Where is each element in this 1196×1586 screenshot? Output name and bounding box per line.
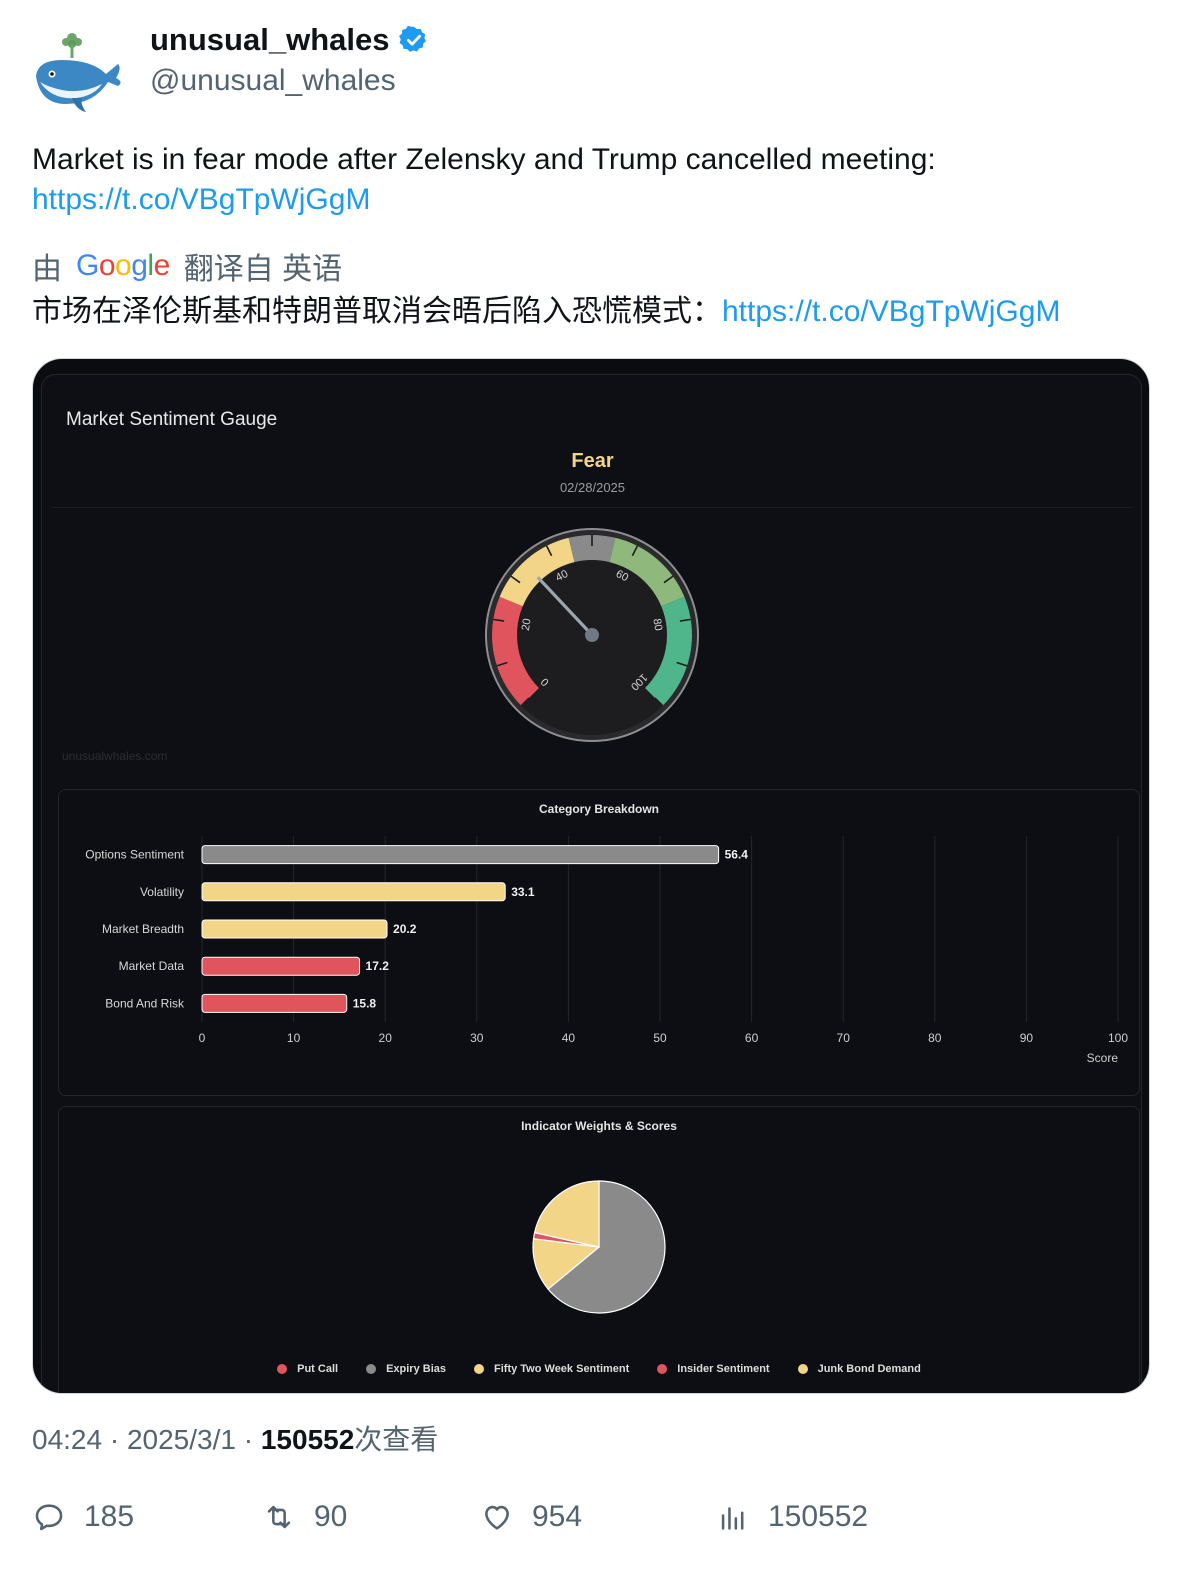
legend-swatch: [797, 1364, 808, 1374]
panel-title: Market Sentiment Gauge: [66, 409, 278, 430]
legend-item: Insider Sentiment: [657, 1363, 770, 1375]
tweet-text: Market is in fear mode after Zelensky an…: [32, 140, 1162, 220]
legend-label: Fifty Two Week Sentiment: [494, 1363, 630, 1375]
reply-count: 185: [84, 1500, 135, 1533]
legend-item: Fifty Two Week Sentiment: [474, 1363, 629, 1375]
x-tick-label: 100: [1108, 1031, 1128, 1045]
pie-legend: Put Call Expiry Bias Fifty Two Week Sentim…: [59, 1363, 1139, 1375]
x-tick-label: 10: [287, 1031, 301, 1045]
legend-label: Insider Sentiment: [677, 1363, 770, 1375]
x-tick-label: 30: [470, 1031, 484, 1045]
tweet-link[interactable]: https://t.co/VBgTpWjGgM: [32, 183, 370, 216]
heart-icon: [485, 1505, 509, 1530]
whale-logo-icon: [36, 33, 121, 112]
bar: [201, 845, 720, 865]
views-button[interactable]: 150552: [716, 1500, 868, 1534]
legend-label: Expiry Bias: [386, 1363, 446, 1375]
legend-swatch: [277, 1364, 288, 1374]
sentiment-label: Fear: [571, 450, 614, 472]
translated-text: 市场在泽伦斯基和特朗普取消会晤后陷入恐慌模式：https://t.co/VBgT…: [32, 292, 1060, 332]
y-category-label: Market Breadth: [102, 922, 184, 936]
legend-swatch: [474, 1364, 484, 1374]
legend-item: Expiry Bias: [366, 1363, 446, 1375]
bar: [201, 882, 506, 902]
y-category-label: Bond And Risk: [105, 996, 185, 1010]
bar-value-label: 20.2: [393, 922, 417, 936]
legend-item: Junk Bond Demand: [797, 1363, 921, 1375]
x-tick-label: 90: [1020, 1031, 1034, 1045]
gauge-tick-label: 80: [650, 618, 664, 632]
indicator-pie-chart: [532, 1180, 666, 1314]
retweet-icon: [267, 1505, 291, 1529]
translation-suffix[interactable]: 翻译自 英语: [184, 244, 342, 288]
action-bar: 185 90 954 150552: [32, 1500, 1162, 1544]
bar-value-label: 33.1: [511, 885, 535, 899]
translated-body: 市场在泽伦斯基和特朗普取消会晤后陷入恐慌模式：: [32, 295, 722, 328]
legend-swatch: [657, 1364, 668, 1374]
reply-icon: [35, 1504, 63, 1531]
y-category-label: Market Data: [119, 959, 185, 973]
avatar[interactable]: [32, 24, 126, 118]
category-breakdown-panel: Category Breakdown 0 10 20 30 40 50 60 70 80 90 10…: [58, 789, 1140, 1096]
tweet-meta: 04:24 · 2025/3/1 · 150552次查看: [32, 1424, 439, 1455]
display-name[interactable]: unusual_whales: [150, 22, 429, 58]
retweet-button[interactable]: 90: [262, 1500, 347, 1534]
gauge-hub: [585, 628, 599, 642]
reply-button[interactable]: 185: [32, 1500, 134, 1534]
sentiment-date: 02/28/2025: [559, 480, 626, 495]
bar-value-label: 15.8: [353, 996, 377, 1010]
display-name-text: unusual_whales: [150, 22, 390, 57]
sentiment-panel: Market Sentiment Gauge Fear 02/28/2025 0…: [41, 374, 1142, 1393]
like-button[interactable]: 954: [480, 1500, 582, 1534]
views-count: 150552: [768, 1500, 869, 1533]
legend-label: Put Call: [297, 1363, 339, 1375]
views-suffix: 次查看: [354, 1424, 439, 1455]
bar: [201, 919, 388, 939]
divider: [52, 507, 1133, 508]
x-tick-label: 40: [562, 1031, 576, 1045]
legend-item: Put Call: [277, 1363, 338, 1375]
views-bar-icon: [721, 1507, 744, 1530]
watermark: unusualwhales.com: [62, 749, 168, 763]
translation-prefix: 由: [32, 253, 62, 286]
view-count: 150552: [260, 1424, 355, 1455]
bar: [201, 993, 348, 1013]
x-tick-label: 50: [653, 1031, 667, 1045]
tweet-time[interactable]: 04:24: [32, 1424, 102, 1455]
handle[interactable]: @unusual_whales: [150, 64, 396, 98]
x-tick-label: 0: [199, 1031, 206, 1045]
gauge-tick-label: 20: [520, 618, 534, 632]
legend-swatch: [366, 1364, 377, 1374]
bar-value-label: 56.4: [725, 848, 749, 862]
tweet-body: Market is in fear mode after Zelensky an…: [32, 143, 936, 176]
tweet-date[interactable]: 2025/3/1: [127, 1424, 236, 1455]
pie-chart-title: Indicator Weights & Scores: [521, 1119, 677, 1133]
sentiment-gauge: 02040 6080100: [485, 528, 699, 742]
verified-badge-icon: [399, 25, 427, 52]
x-tick-label: 60: [745, 1031, 759, 1045]
retweet-count: 90: [314, 1500, 348, 1533]
indicator-weights-panel: Indicator Weights & Scores Put Call Expir…: [58, 1106, 1140, 1393]
google-logo: Google: [76, 249, 170, 282]
y-category-label: Options Sentiment: [85, 848, 184, 862]
bar: [201, 956, 361, 976]
tweet-media-image[interactable]: Market Sentiment Gauge Fear 02/28/2025 0…: [32, 358, 1150, 1394]
x-tick-label: 80: [928, 1031, 942, 1045]
translated-link[interactable]: https://t.co/VBgTpWjGgM: [722, 295, 1060, 328]
x-axis-label: Score: [1087, 1051, 1119, 1065]
category-bar-chart: 0 10 20 30 40 50 60 70 80 90 100 Score Options Senti…: [85, 836, 1128, 1065]
x-tick-label: 70: [837, 1031, 851, 1045]
like-count: 954: [532, 1500, 583, 1533]
translation-attribution: 由 Google 翻译自 英语: [32, 244, 342, 288]
bar-value-label: 17.2: [366, 959, 390, 973]
x-tick-label: 20: [379, 1031, 393, 1045]
y-category-label: Volatility: [140, 885, 184, 899]
legend-label: Junk Bond Demand: [817, 1363, 921, 1375]
